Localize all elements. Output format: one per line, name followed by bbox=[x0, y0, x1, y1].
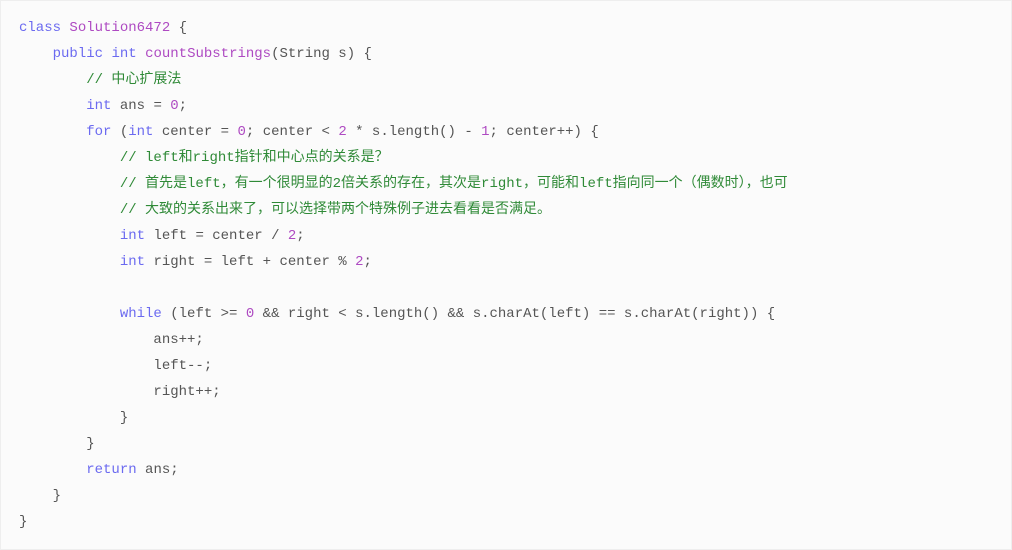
keyword-for: for bbox=[86, 124, 111, 140]
code-text: ( bbox=[111, 124, 128, 140]
code-line: int ans = 0; bbox=[19, 98, 187, 114]
class-name: Solution6472 bbox=[69, 20, 170, 36]
code-line: } bbox=[19, 514, 27, 530]
keyword-int: int bbox=[120, 228, 145, 244]
code-line: ans++; bbox=[19, 332, 204, 348]
code-line: int right = left + center % 2; bbox=[19, 254, 372, 270]
code-text: ans; bbox=[137, 462, 179, 478]
comment: // 首先是left，有一个很明显的2倍关系的存在，其次是right，可能和le… bbox=[120, 176, 788, 192]
semicolon: ; bbox=[179, 98, 187, 114]
code-line: // 首先是left，有一个很明显的2倍关系的存在，其次是right，可能和le… bbox=[19, 176, 788, 192]
brace: } bbox=[19, 514, 27, 530]
code-text: (left >= bbox=[162, 306, 246, 322]
brace: } bbox=[53, 488, 61, 504]
code-text: * s.length() - bbox=[347, 124, 481, 140]
code-line: public int countSubstrings(String s) { bbox=[19, 46, 372, 62]
comment: // left和right指针和中心点的关系是？ bbox=[120, 150, 389, 166]
code-text: && right < s.length() && s.charAt(left) … bbox=[254, 306, 775, 322]
code-text: right++; bbox=[153, 384, 220, 400]
signature: (String s) { bbox=[271, 46, 372, 62]
code-line: } bbox=[19, 410, 128, 426]
comment: // 中心扩展法 bbox=[86, 72, 181, 88]
code-line: while (left >= 0 && right < s.length() &… bbox=[19, 306, 775, 322]
code-text: ; center++) { bbox=[490, 124, 599, 140]
code-text: center = bbox=[153, 124, 237, 140]
keyword-while: while bbox=[120, 306, 162, 322]
number-literal: 0 bbox=[237, 124, 245, 140]
keyword-int: int bbox=[86, 98, 111, 114]
code-line: return ans; bbox=[19, 462, 179, 478]
number-literal: 0 bbox=[170, 98, 178, 114]
number-literal: 2 bbox=[338, 124, 346, 140]
code-text: right = left + center % bbox=[145, 254, 355, 270]
brace: { bbox=[170, 20, 187, 36]
keyword-int: int bbox=[111, 46, 136, 62]
code-line: class Solution6472 { bbox=[19, 20, 187, 36]
comment: // 大致的关系出来了，可以选择带两个特殊例子进去看看是否满足。 bbox=[120, 202, 551, 218]
code-text: left = center / bbox=[145, 228, 288, 244]
code-line: // left和right指针和中心点的关系是？ bbox=[19, 150, 389, 166]
number-literal: 1 bbox=[481, 124, 489, 140]
code-text: ans++; bbox=[153, 332, 203, 348]
keyword-int: int bbox=[120, 254, 145, 270]
keyword-int: int bbox=[128, 124, 153, 140]
brace: } bbox=[86, 436, 94, 452]
number-literal: 0 bbox=[246, 306, 254, 322]
code-block: class Solution6472 { public int countSub… bbox=[19, 15, 993, 535]
keyword-return: return bbox=[86, 462, 136, 478]
code-line: int left = center / 2; bbox=[19, 228, 305, 244]
code-line: right++; bbox=[19, 384, 221, 400]
code-text: ans = bbox=[111, 98, 170, 114]
code-text: ; center < bbox=[246, 124, 338, 140]
code-line: for (int center = 0; center < 2 * s.leng… bbox=[19, 124, 599, 140]
keyword-class: class bbox=[19, 20, 61, 36]
keyword-public: public bbox=[53, 46, 103, 62]
code-line: // 大致的关系出来了，可以选择带两个特殊例子进去看看是否满足。 bbox=[19, 202, 551, 218]
method-name: countSubstrings bbox=[145, 46, 271, 62]
code-line: } bbox=[19, 488, 61, 504]
semicolon: ; bbox=[364, 254, 372, 270]
code-line: left--; bbox=[19, 358, 212, 374]
number-literal: 2 bbox=[355, 254, 363, 270]
code-line: // 中心扩展法 bbox=[19, 72, 181, 88]
semicolon: ; bbox=[296, 228, 304, 244]
brace: } bbox=[120, 410, 128, 426]
code-line: } bbox=[19, 436, 95, 452]
code-text: left--; bbox=[153, 358, 212, 374]
